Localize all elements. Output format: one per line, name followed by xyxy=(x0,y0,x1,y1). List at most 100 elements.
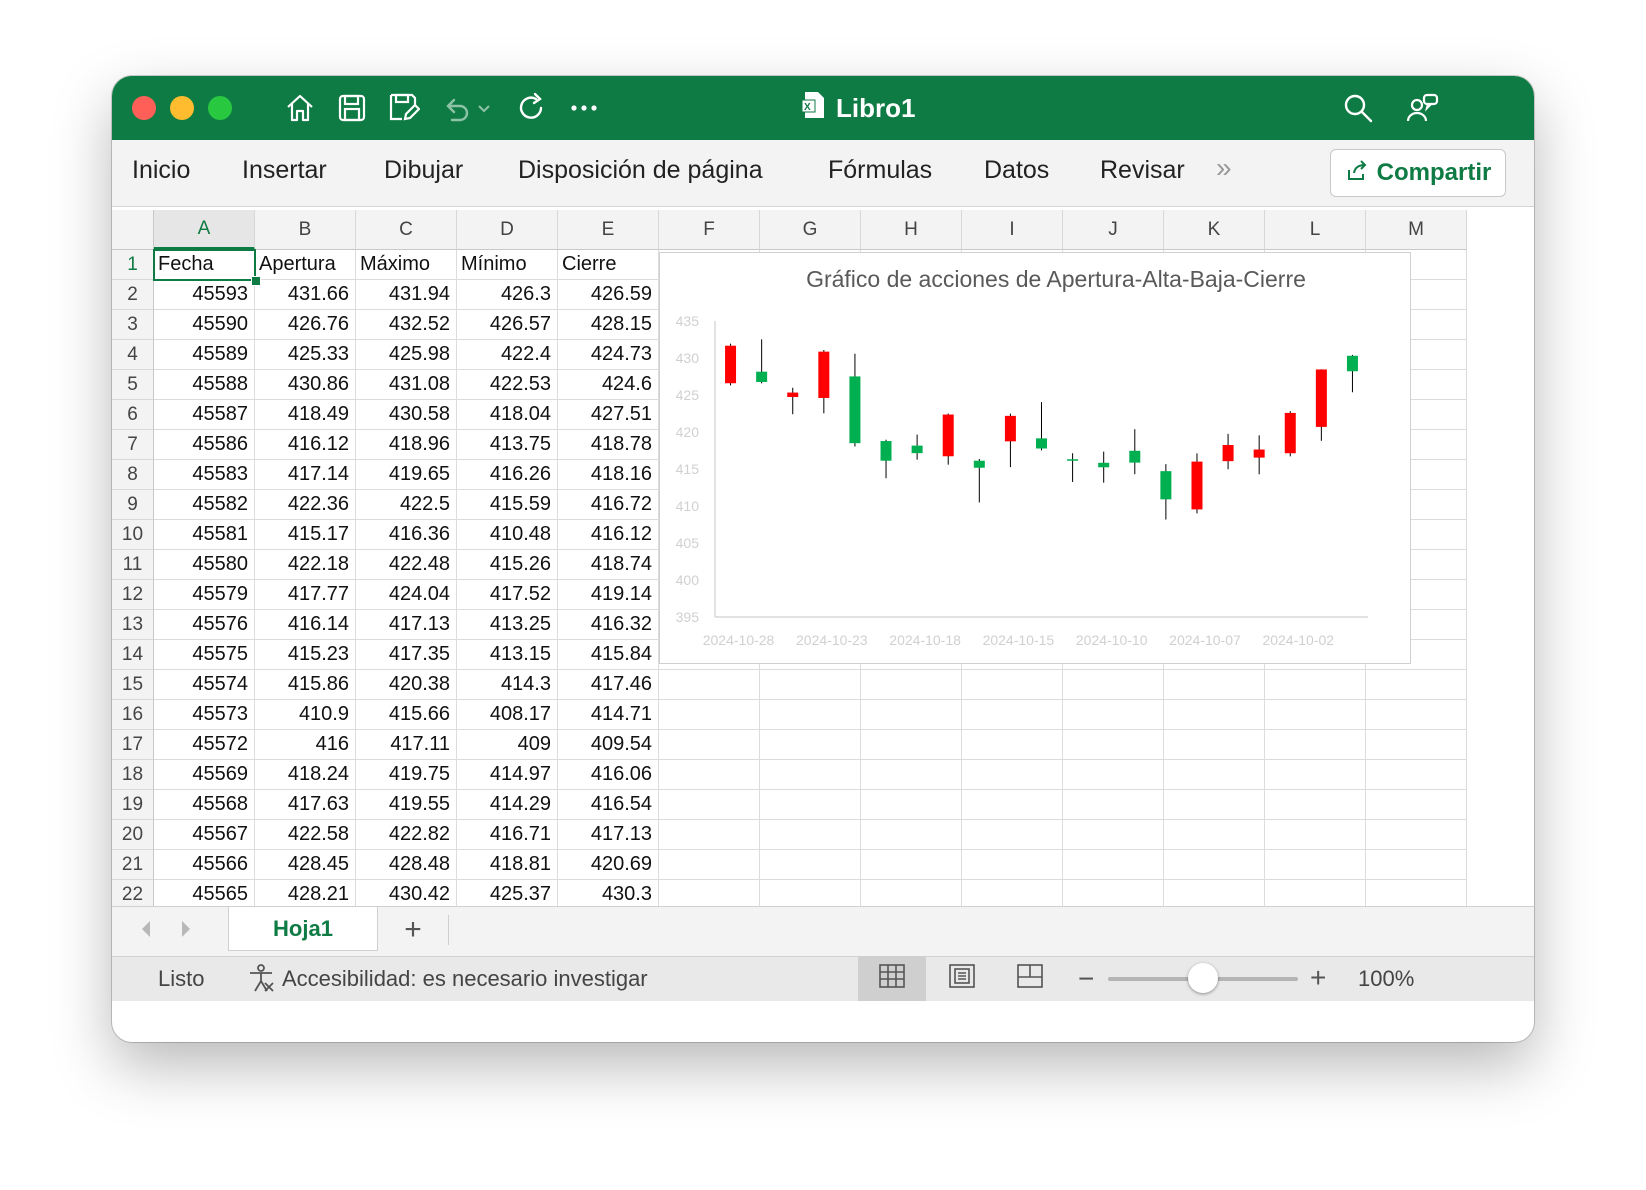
table-cell[interactable]: 45576 xyxy=(154,610,255,640)
table-cell[interactable]: 427.51 xyxy=(558,400,659,430)
table-cell[interactable]: 419.14 xyxy=(558,580,659,610)
header-cell[interactable]: Cierre xyxy=(558,250,659,280)
add-sheet-button[interactable]: + xyxy=(378,913,449,946)
table-cell[interactable] xyxy=(861,700,962,730)
table-cell[interactable] xyxy=(1164,820,1265,850)
table-cell[interactable] xyxy=(962,820,1063,850)
table-cell[interactable] xyxy=(659,850,760,880)
table-cell[interactable]: 45568 xyxy=(154,790,255,820)
table-cell[interactable]: 425.98 xyxy=(356,340,457,370)
table-cell[interactable] xyxy=(760,820,861,850)
table-cell[interactable]: 432.52 xyxy=(356,310,457,340)
table-cell[interactable]: 415.66 xyxy=(356,700,457,730)
table-cell[interactable]: 417.46 xyxy=(558,670,659,700)
tab-insertar[interactable]: Insertar xyxy=(242,156,327,185)
table-cell[interactable]: 422.53 xyxy=(457,370,558,400)
save-as-icon[interactable] xyxy=(384,88,424,128)
table-cell[interactable]: 430.58 xyxy=(356,400,457,430)
prev-sheet-icon[interactable] xyxy=(136,917,156,946)
table-cell[interactable]: 417.35 xyxy=(356,640,457,670)
column-header-k[interactable]: K xyxy=(1164,210,1265,250)
table-cell[interactable] xyxy=(861,790,962,820)
table-cell[interactable] xyxy=(962,670,1063,700)
table-cell[interactable]: 431.66 xyxy=(255,280,356,310)
tab-formulas[interactable]: Fórmulas xyxy=(828,156,932,185)
column-header-g[interactable]: G xyxy=(760,210,861,250)
table-cell[interactable] xyxy=(1063,670,1164,700)
table-cell[interactable]: 419.75 xyxy=(356,760,457,790)
table-cell[interactable] xyxy=(962,760,1063,790)
table-cell[interactable]: 418.24 xyxy=(255,760,356,790)
tab-datos[interactable]: Datos xyxy=(984,156,1049,185)
stock-chart[interactable]: Gráfico de acciones de Apertura-Alta-Baj… xyxy=(659,252,1411,664)
row-header[interactable]: 1 xyxy=(112,250,154,280)
zoom-level[interactable]: 100% xyxy=(1358,966,1414,992)
table-cell[interactable]: 45580 xyxy=(154,550,255,580)
table-cell[interactable]: 45572 xyxy=(154,730,255,760)
table-cell[interactable] xyxy=(1164,760,1265,790)
table-cell[interactable]: 416.26 xyxy=(457,460,558,490)
table-cell[interactable]: 415.26 xyxy=(457,550,558,580)
table-cell[interactable] xyxy=(861,820,962,850)
table-cell[interactable] xyxy=(861,850,962,880)
table-cell[interactable]: 422.36 xyxy=(255,490,356,520)
table-cell[interactable]: 415.23 xyxy=(255,640,356,670)
table-cell[interactable] xyxy=(962,790,1063,820)
table-cell[interactable]: 430.86 xyxy=(255,370,356,400)
table-cell[interactable] xyxy=(760,790,861,820)
table-cell[interactable]: 45590 xyxy=(154,310,255,340)
table-cell[interactable] xyxy=(1265,820,1366,850)
table-cell[interactable] xyxy=(1063,850,1164,880)
column-header-e[interactable]: E xyxy=(558,210,659,250)
table-cell[interactable] xyxy=(1063,760,1164,790)
tab-inicio[interactable]: Inicio xyxy=(132,156,190,185)
row-header[interactable]: 12 xyxy=(112,580,154,610)
table-cell[interactable]: 416.36 xyxy=(356,520,457,550)
table-cell[interactable]: 418.49 xyxy=(255,400,356,430)
table-cell[interactable] xyxy=(1366,760,1467,790)
table-cell[interactable] xyxy=(1366,670,1467,700)
undo-icon[interactable] xyxy=(436,88,476,128)
save-icon[interactable] xyxy=(332,88,372,128)
page-layout-view-button[interactable] xyxy=(928,957,996,1001)
row-header[interactable]: 21 xyxy=(112,850,154,880)
table-cell[interactable]: 416.12 xyxy=(255,430,356,460)
table-cell[interactable] xyxy=(1265,700,1366,730)
tab-disposicion-de-pagina[interactable]: Disposición de página xyxy=(518,156,763,185)
header-cell[interactable]: Fecha xyxy=(154,250,255,280)
table-cell[interactable] xyxy=(1164,700,1265,730)
table-cell[interactable] xyxy=(1265,850,1366,880)
tab-revisar[interactable]: Revisar xyxy=(1100,156,1185,185)
table-cell[interactable] xyxy=(659,760,760,790)
row-header[interactable]: 4 xyxy=(112,340,154,370)
table-cell[interactable]: 45593 xyxy=(154,280,255,310)
table-cell[interactable]: 422.18 xyxy=(255,550,356,580)
column-header-h[interactable]: H xyxy=(861,210,962,250)
row-header[interactable]: 17 xyxy=(112,730,154,760)
table-cell[interactable]: 45586 xyxy=(154,430,255,460)
table-cell[interactable]: 414.3 xyxy=(457,670,558,700)
table-cell[interactable]: 45566 xyxy=(154,850,255,880)
table-cell[interactable] xyxy=(1366,820,1467,850)
more-tabs-icon[interactable]: » xyxy=(1216,152,1232,184)
table-cell[interactable]: 426.59 xyxy=(558,280,659,310)
table-cell[interactable]: 410.9 xyxy=(255,700,356,730)
table-cell[interactable]: 428.48 xyxy=(356,850,457,880)
header-cell[interactable]: Mínimo xyxy=(457,250,558,280)
table-cell[interactable]: 416.06 xyxy=(558,760,659,790)
table-cell[interactable] xyxy=(1366,850,1467,880)
column-header-j[interactable]: J xyxy=(1063,210,1164,250)
table-cell[interactable]: 424.73 xyxy=(558,340,659,370)
table-cell[interactable] xyxy=(1063,730,1164,760)
column-header-a[interactable]: A xyxy=(154,210,255,250)
redo-icon[interactable] xyxy=(512,88,552,128)
table-cell[interactable]: 416.14 xyxy=(255,610,356,640)
table-cell[interactable]: 415.17 xyxy=(255,520,356,550)
zoom-window-button[interactable] xyxy=(208,96,232,120)
table-cell[interactable]: 45583 xyxy=(154,460,255,490)
share-button[interactable]: Compartir xyxy=(1330,149,1506,197)
table-cell[interactable]: 45574 xyxy=(154,670,255,700)
accessibility-icon[interactable] xyxy=(246,963,276,999)
table-cell[interactable]: 414.71 xyxy=(558,700,659,730)
table-cell[interactable]: 409 xyxy=(457,730,558,760)
